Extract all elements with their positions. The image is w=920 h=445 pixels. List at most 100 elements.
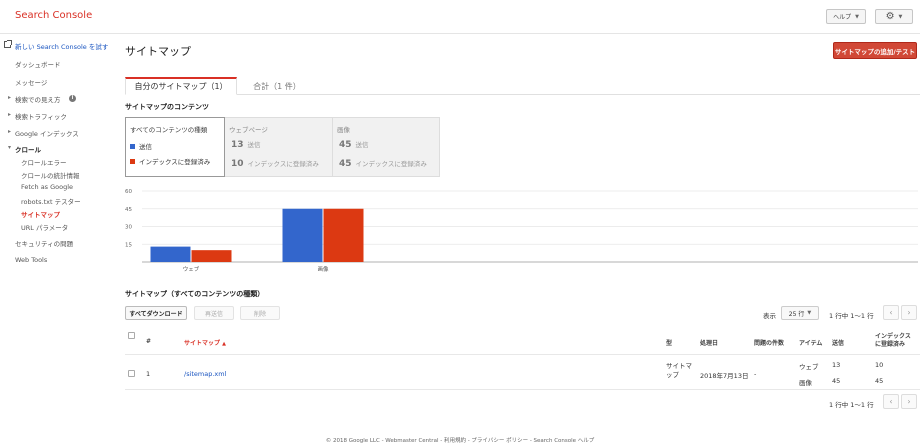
rows-per-page-select[interactable]: 25 行 ▼: [781, 306, 819, 320]
web-indexed-count: 10: [231, 159, 244, 169]
column-header-processed: 処理日: [700, 340, 719, 347]
tab-all-sitemaps[interactable]: 合計（1 件）: [237, 77, 317, 95]
image-submitted-label: 送信: [355, 141, 369, 149]
chevron-down-icon: ▼: [898, 13, 903, 20]
prev-page-button-bottom[interactable]: ‹: [883, 394, 899, 409]
tab-my-sitemaps[interactable]: 自分のサイトマップ（1）: [125, 77, 237, 95]
row-checkbox[interactable]: [128, 370, 135, 377]
y-tick-label: 60: [125, 189, 132, 195]
sitemap-bar-chart: 60 45 30 15 ウェブ 画像: [122, 186, 920, 278]
content-tab-all-label: すべてのコンテンツの種類: [130, 126, 208, 134]
legend-indexed: インデックスに登録済み: [130, 156, 210, 166]
web-submitted-stat: 13 送信: [231, 139, 261, 150]
x-tick-label: ウェブ: [183, 265, 200, 273]
download-all-button[interactable]: すべてダウンロード: [125, 306, 187, 320]
chart-bar-0-1: [191, 250, 232, 262]
row-issues: -: [754, 370, 757, 378]
sidebar-item-fetch-as-google[interactable]: Fetch as Google: [21, 183, 73, 191]
y-tick-label: 15: [125, 242, 132, 248]
chart-bar-1-0: [282, 208, 323, 262]
image-indexed-stat: 45 インデックスに登録済み: [339, 158, 427, 169]
chart-bar-0-0: [150, 246, 191, 262]
chevron-right-icon: ›: [907, 308, 911, 317]
row-item-web: ウェブ: [799, 363, 819, 371]
rows-per-page-label: 表示: [763, 312, 776, 320]
content-tab-all[interactable]: すべてのコンテンツの種類 送信 インデックスに登録済み: [125, 117, 225, 177]
row-type-line1: サイトマ: [666, 362, 692, 370]
sidebar-item-search-appearance[interactable]: 検索での見え方: [8, 94, 60, 104]
web-submitted-label: 送信: [247, 141, 261, 149]
sitemap-contents-title: サイトマップのコンテンツ: [125, 103, 209, 111]
chart-svg: 60 45 30 15 ウェブ 画像: [125, 189, 918, 273]
sidebar-item-robots-tester[interactable]: robots.txt テスター: [21, 196, 81, 206]
delete-button[interactable]: 削除: [240, 306, 280, 320]
chevron-down-icon: ▼: [855, 13, 859, 20]
chevron-left-icon: ‹: [889, 308, 893, 317]
sidebar-item-messages[interactable]: メッセージ: [15, 77, 47, 87]
table-header-divider: [125, 354, 920, 355]
sidebar-item-search-traffic[interactable]: 検索トラフィック: [8, 111, 67, 121]
legend-indexed-label: インデックスに登録済み: [139, 158, 211, 166]
resubmit-button[interactable]: 再送信: [194, 306, 234, 320]
content-tab-image[interactable]: 画像 45 送信 45 インデックスに登録済み: [333, 117, 440, 177]
column-header-item: アイテム: [799, 340, 823, 347]
web-indexed-stat: 10 インデックスに登録済み: [231, 158, 319, 169]
content-tab-web-label: ウェブページ: [229, 126, 268, 134]
column-header-submitted: 送信: [832, 340, 845, 347]
gear-icon: ⚙: [885, 11, 895, 22]
image-submitted-stat: 45 送信: [339, 139, 369, 150]
chevron-right-icon: ›: [907, 397, 911, 406]
content-tab-image-label: 画像: [337, 126, 350, 134]
row-web-indexed: 10: [875, 361, 884, 369]
sidebar-item-web-tools[interactable]: Web Tools: [15, 256, 47, 264]
rows-per-page-value: 25 行: [788, 310, 805, 318]
sidebar-item-sitemaps[interactable]: サイトマップ: [21, 209, 60, 219]
select-all-checkbox[interactable]: [128, 332, 135, 339]
sidebar-item-crawl[interactable]: クロール: [8, 144, 41, 154]
row-image-indexed: 45: [875, 377, 884, 385]
next-page-button[interactable]: ›: [901, 305, 917, 320]
column-header-sitemap[interactable]: サイトマップ ▲: [184, 338, 226, 347]
sidebar-item-crawl-stats[interactable]: クロールの統計情報: [21, 170, 80, 180]
settings-button[interactable]: ⚙ ▼: [875, 9, 913, 24]
page-title: サイトマップ: [125, 45, 191, 58]
column-header-issues: 問題の件数: [754, 340, 785, 347]
sidebar-item-dashboard[interactable]: ダッシュボード: [15, 59, 61, 69]
web-indexed-label: インデックスに登録済み: [247, 160, 319, 168]
row-web-submitted: 13: [832, 361, 841, 369]
column-header-indexed-line1: インデックス: [875, 333, 911, 340]
image-indexed-count: 45: [339, 159, 352, 169]
pagination-range-bottom: 1 行中 1～1 行: [829, 401, 874, 409]
help-button[interactable]: ヘルプ ▼: [826, 9, 866, 24]
sitemap-table-title: サイトマップ（すべてのコンテンツの種類）: [125, 290, 265, 298]
sort-ascending-icon: ▲: [222, 341, 226, 347]
chevron-down-icon: ▼: [807, 310, 812, 316]
y-tick-label: 45: [125, 207, 132, 213]
sitemap-link[interactable]: /sitemap.xml: [184, 370, 226, 378]
prev-page-button[interactable]: ‹: [883, 305, 899, 320]
row-processed-date: 2018年7月13日: [700, 372, 749, 380]
legend-submitted: 送信: [130, 141, 152, 151]
chart-bar-1-1: [323, 208, 364, 262]
header: Search Console ヘルプ ▼ ⚙ ▼: [0, 0, 920, 34]
column-header-indexed-line2: に登録済み: [875, 341, 906, 348]
y-tick-label: 30: [125, 225, 132, 231]
row-type: サイトマ ップ: [666, 362, 692, 380]
row-item-image: 画像: [799, 379, 812, 387]
sidebar-item-crawl-errors[interactable]: クロールエラー: [21, 157, 67, 167]
brand-logo[interactable]: Search Console: [15, 10, 92, 21]
next-page-button-bottom[interactable]: ›: [901, 394, 917, 409]
pagination-range: 1 行中 1～1 行: [829, 312, 874, 320]
try-new-search-console-link[interactable]: 新しい Search Console を試す: [15, 41, 108, 51]
info-icon[interactable]: i: [69, 95, 76, 102]
column-header-number: #: [146, 338, 152, 345]
sidebar-item-url-parameters[interactable]: URL パラメータ: [21, 222, 68, 232]
sidebar-item-security-issues[interactable]: セキュリティの問題: [15, 238, 73, 248]
external-link-icon: [4, 40, 12, 48]
image-indexed-label: インデックスに登録済み: [355, 160, 427, 168]
legend-submitted-label: 送信: [139, 143, 152, 151]
add-test-sitemap-button[interactable]: サイトマップの追加/テスト: [833, 42, 917, 59]
sidebar-item-google-index[interactable]: Google インデックス: [8, 128, 79, 138]
content-tab-web[interactable]: ウェブページ 13 送信 10 インデックスに登録済み: [225, 117, 333, 177]
web-submitted-count: 13: [231, 140, 244, 150]
